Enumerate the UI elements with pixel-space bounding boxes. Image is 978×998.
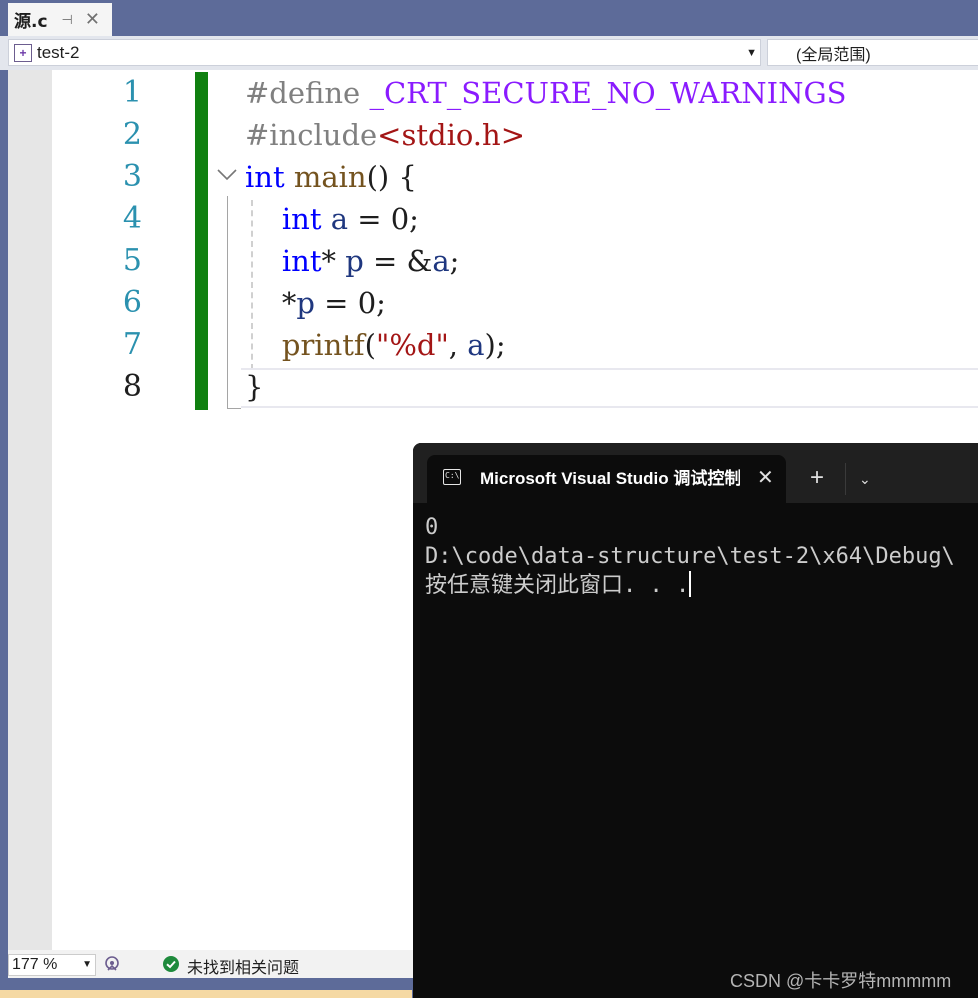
code-token: a	[467, 328, 485, 362]
pin-icon[interactable]: ⊣	[62, 12, 73, 28]
change-tracking-bar	[195, 72, 208, 410]
code-token: #include	[245, 118, 378, 152]
console-output-line: 0	[425, 515, 439, 540]
code-token: int	[281, 202, 322, 236]
code-token: int	[281, 244, 322, 278]
close-icon[interactable]: ✕	[85, 9, 100, 30]
console-output[interactable]: 0 D:\code\data-structure\test-2\x64\Debu…	[425, 513, 978, 600]
code-token: );	[484, 328, 506, 362]
project-dropdown[interactable]: + test-2 ▼	[8, 39, 761, 66]
outline-guide	[227, 196, 228, 408]
titlebar-divider	[845, 463, 846, 495]
code-line[interactable]: int* p = &a;	[245, 240, 460, 282]
code-line[interactable]: int a = 0;	[245, 198, 419, 240]
scope-dropdown[interactable]: (全局范围)	[767, 39, 978, 66]
code-line[interactable]: *p = 0;	[245, 282, 386, 324]
zoom-dropdown[interactable]: 177 % ▼	[8, 954, 96, 976]
text-cursor	[689, 571, 692, 597]
chevron-down-icon[interactable]: ▼	[746, 47, 757, 59]
line-number: 6	[122, 285, 142, 320]
code-token: p	[296, 286, 315, 320]
code-token: ;	[449, 244, 460, 278]
console-output-line: D:\code\data-structure\test-2\x64\Debug\	[425, 544, 955, 569]
output-panel-edge	[0, 990, 412, 998]
navigation-bar: + test-2 ▼ (全局范围)	[0, 36, 978, 70]
console-title-bar[interactable]: C:\ Microsoft Visual Studio 调试控制台 ✕ + ⌄	[413, 443, 978, 503]
code-token: = 0;	[348, 202, 419, 236]
code-line[interactable]: }	[245, 366, 263, 408]
code-line[interactable]: int main() {	[245, 156, 417, 198]
cpp-project-icon: +	[14, 43, 32, 62]
document-tab-strip: 源.c ⊣ ✕	[0, 0, 978, 36]
code-cleanup-icon[interactable]	[102, 954, 122, 974]
line-number: 2	[122, 117, 142, 152]
line-number: 7	[122, 327, 142, 362]
document-tab-title: 源.c	[14, 12, 48, 32]
check-circle-icon[interactable]	[162, 955, 180, 973]
code-line[interactable]: printf("%d", a);	[245, 324, 506, 366]
current-line-highlight	[241, 368, 978, 408]
code-token: _CRT_SECURE_NO_WARNINGS	[369, 76, 847, 110]
code-token: printf	[281, 328, 365, 362]
new-tab-button[interactable]: +	[810, 463, 824, 493]
code-token: "%d"	[375, 328, 449, 362]
console-tab-title: Microsoft Visual Studio 调试控制台	[480, 469, 740, 488]
code-line[interactable]: #include<stdio.h>	[245, 114, 525, 156]
code-token: = &	[363, 244, 433, 278]
code-token: <stdio.h>	[377, 118, 525, 152]
code-token: p	[345, 244, 364, 278]
chevron-down-icon[interactable]: ▼	[82, 959, 92, 970]
chevron-down-icon[interactable]: ⌄	[859, 467, 871, 491]
issues-status[interactable]: 未找到相关问题	[187, 954, 299, 978]
watermark: CSDN @卡卡罗特mmmmm	[730, 971, 952, 991]
editor-status-bar: 177 % ▼ 未找到相关问题	[8, 950, 418, 978]
code-line[interactable]: #define _CRT_SECURE_NO_WARNINGS	[245, 72, 847, 114]
code-token: a	[432, 244, 450, 278]
code-token: *	[245, 286, 297, 320]
code-token: ,	[448, 328, 468, 362]
code-token: int	[245, 160, 285, 194]
console-output-line: 按任意键关闭此窗口. . .	[425, 571, 978, 600]
console-prompt-text: 按任意键关闭此窗口. . .	[425, 573, 690, 598]
document-tab[interactable]: 源.c ⊣ ✕	[8, 3, 112, 36]
outline-guide-end	[227, 408, 241, 409]
project-label: test-2	[37, 42, 80, 62]
line-number: 3	[122, 159, 142, 194]
code-token: *	[321, 244, 346, 278]
scope-label: (全局范围)	[796, 46, 871, 64]
code-token: #define	[245, 76, 370, 110]
code-token: }	[245, 370, 264, 404]
line-number: 5	[122, 243, 142, 278]
line-number: 1	[122, 75, 142, 110]
code-token: () {	[366, 160, 417, 194]
line-number: 4	[122, 201, 142, 236]
code-token: a	[330, 202, 348, 236]
console-tab[interactable]: C:\ Microsoft Visual Studio 调试控制台 ✕	[427, 455, 786, 503]
code-token: = 0;	[314, 286, 386, 320]
terminal-icon: C:\	[443, 469, 461, 485]
code-token: main	[293, 160, 367, 194]
debug-console-window[interactable]: C:\ Microsoft Visual Studio 调试控制台 ✕ + ⌄ …	[413, 443, 978, 998]
line-number: 8	[122, 369, 142, 404]
zoom-level: 177 %	[12, 956, 58, 973]
code-token: (	[364, 328, 376, 362]
glyph-margin[interactable]	[8, 70, 52, 950]
collapse-chevron-icon[interactable]	[215, 162, 239, 186]
close-tab-icon[interactable]: ✕	[757, 467, 774, 489]
